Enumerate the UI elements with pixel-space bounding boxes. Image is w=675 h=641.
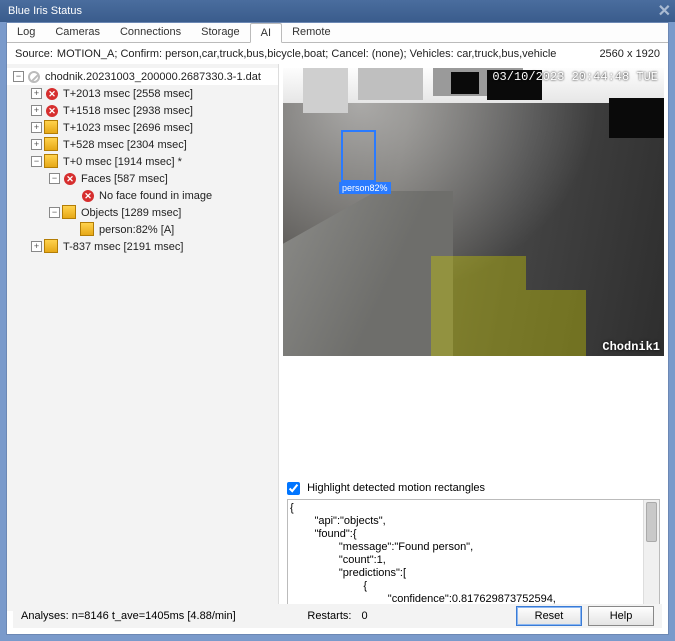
footer: Analyses: n=8146 t_ave=1405ms [4.88/min]… xyxy=(13,604,662,628)
collapse-icon[interactable]: − xyxy=(49,207,60,218)
collapse-icon[interactable]: − xyxy=(49,173,60,184)
tree-node[interactable]: ✕ No face found in image xyxy=(7,187,278,204)
tab-cameras[interactable]: Cameras xyxy=(45,23,110,42)
tree-node-label: T+1518 msec [2938 msec] xyxy=(63,105,193,117)
error-icon: ✕ xyxy=(81,189,95,203)
json-log[interactable]: { "api":"objects", "found":{ "message":"… xyxy=(287,499,660,607)
error-icon: ✕ xyxy=(45,104,59,118)
expand-icon[interactable]: + xyxy=(31,105,42,116)
tree-spacer xyxy=(67,190,78,201)
tree-node-label: Faces [587 msec] xyxy=(81,173,168,185)
analyses-label: Analyses: xyxy=(21,610,69,622)
scrollbar-thumb[interactable] xyxy=(646,502,657,542)
tab-remote[interactable]: Remote xyxy=(282,23,341,42)
tab-bar: LogCamerasConnectionsStorageAIRemote xyxy=(7,23,668,43)
expand-icon[interactable]: + xyxy=(31,122,42,133)
source-label: Source: xyxy=(15,48,53,60)
tab-log[interactable]: Log xyxy=(7,23,45,42)
tree-node[interactable]: − chodnik.20231003_200000.2687330.3-1.dat xyxy=(7,68,278,85)
window-title: Blue Iris Status xyxy=(8,5,82,17)
analyses-value: n=8146 t_ave=1405ms [4.88/min] xyxy=(72,610,236,622)
tree-node[interactable]: − T+0 msec [1914 msec] * xyxy=(7,153,278,170)
tree-spacer xyxy=(67,224,78,235)
expand-icon[interactable]: + xyxy=(31,88,42,99)
tree-node[interactable]: + T+528 msec [2304 msec] xyxy=(7,136,278,153)
stack-icon xyxy=(63,206,77,220)
motion-rect xyxy=(526,290,586,356)
motion-rect xyxy=(431,256,526,356)
detection-label: person82% xyxy=(339,182,391,194)
scrollbar[interactable] xyxy=(643,500,659,606)
close-icon[interactable]: ✕ xyxy=(658,1,671,21)
timestamp-overlay: 03/10/2023 20:44:48 TUE xyxy=(492,70,658,84)
stack-icon xyxy=(45,138,59,152)
source-row: Source: MOTION_A; Confirm: person,car,tr… xyxy=(7,43,668,64)
highlight-checkbox-label[interactable]: Highlight detected motion rectangles xyxy=(287,482,485,494)
help-button[interactable]: Help xyxy=(588,606,654,626)
event-tree[interactable]: − chodnik.20231003_200000.2687330.3-1.dat… xyxy=(7,64,279,611)
stack-icon xyxy=(45,121,59,135)
tree-node-label: T+1023 msec [2696 msec] xyxy=(63,122,193,134)
status-window: Blue Iris Status ✕ LogCamerasConnections… xyxy=(0,0,675,641)
stack-icon xyxy=(81,223,95,237)
tree-node-label: person:82% [A] xyxy=(99,224,174,236)
highlight-checkbox[interactable] xyxy=(287,482,300,495)
detection-box: person82% xyxy=(341,130,376,182)
tree-node[interactable]: − Objects [1289 msec] xyxy=(7,204,278,221)
highlight-row: Highlight detected motion rectangles xyxy=(279,476,668,499)
client-area: LogCamerasConnectionsStorageAIRemote Sou… xyxy=(6,22,669,635)
tree-node[interactable]: person:82% [A] xyxy=(7,221,278,238)
expand-icon[interactable]: + xyxy=(31,241,42,252)
tree-node-label: No face found in image xyxy=(99,190,212,202)
tree-node-label: chodnik.20231003_200000.2687330.3-1.dat xyxy=(45,71,261,83)
tab-connections[interactable]: Connections xyxy=(110,23,191,42)
stack-icon xyxy=(45,155,59,169)
tree-node[interactable]: + T+1023 msec [2696 msec] xyxy=(7,119,278,136)
camera-name-overlay: Chodnik1 xyxy=(602,340,660,354)
restarts-value: 0 xyxy=(361,610,367,622)
reset-button[interactable]: Reset xyxy=(516,606,582,626)
titlebar: Blue Iris Status ✕ xyxy=(0,0,675,22)
tree-node[interactable]: +✕ T+2013 msec [2558 msec] xyxy=(7,85,278,102)
expand-icon[interactable]: + xyxy=(31,139,42,150)
error-icon: ✕ xyxy=(63,172,77,186)
tree-node-label: T+2013 msec [2558 msec] xyxy=(63,88,193,100)
main-split: − chodnik.20231003_200000.2687330.3-1.dat… xyxy=(7,64,668,611)
tab-ai[interactable]: AI xyxy=(250,23,282,43)
tree-node-label: T+0 msec [1914 msec] * xyxy=(63,156,182,168)
tab-storage[interactable]: Storage xyxy=(191,23,250,42)
tree-node[interactable]: −✕ Faces [587 msec] xyxy=(7,170,278,187)
preview-image: 03/10/2023 20:44:48 TUE Chodnik1 person8… xyxy=(283,68,664,356)
disabled-icon xyxy=(27,70,41,84)
source-resolution: 2560 x 1920 xyxy=(599,48,660,60)
tree-node-label: T-837 msec [2191 msec] xyxy=(63,241,183,253)
error-icon: ✕ xyxy=(45,87,59,101)
stack-icon xyxy=(45,240,59,254)
right-pane: 03/10/2023 20:44:48 TUE Chodnik1 person8… xyxy=(279,64,668,611)
tree-node[interactable]: +✕ T+1518 msec [2938 msec] xyxy=(7,102,278,119)
tree-node-label: Objects [1289 msec] xyxy=(81,207,181,219)
tree-node[interactable]: + T-837 msec [2191 msec] xyxy=(7,238,278,255)
restarts-label: Restarts: xyxy=(307,610,351,622)
tree-node-label: T+528 msec [2304 msec] xyxy=(63,139,187,151)
source-text: MOTION_A; Confirm: person,car,truck,bus,… xyxy=(57,48,557,60)
collapse-icon[interactable]: − xyxy=(31,156,42,167)
collapse-icon[interactable]: − xyxy=(13,71,24,82)
